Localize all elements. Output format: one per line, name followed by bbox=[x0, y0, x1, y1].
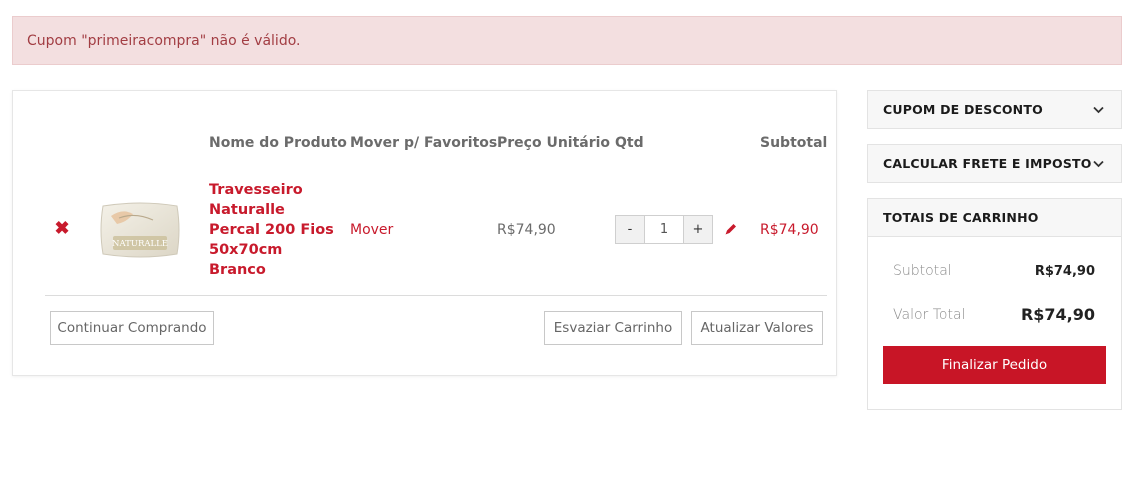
coupon-panel[interactable]: CUPOM DE DESCONTO bbox=[867, 90, 1122, 129]
totals-panel-title: TOTAIS DE CARRINHO bbox=[883, 210, 1039, 225]
col-header-qty: Qtd bbox=[615, 135, 644, 151]
col-header-product: Nome do Produto bbox=[209, 135, 347, 151]
row-subtotal: R$74,90 bbox=[760, 222, 819, 238]
totals-total-row: Valor Total R$74,90 bbox=[893, 305, 1095, 324]
product-thumbnail[interactable]: NATURALLE bbox=[97, 198, 183, 262]
quantity-stepper: - 1 + bbox=[615, 215, 713, 244]
cart-totals-panel: TOTAIS DE CARRINHO Subtotal R$74,90 Valo… bbox=[867, 198, 1122, 410]
continue-shopping-button[interactable]: Continuar Comprando bbox=[50, 311, 214, 345]
unit-price: R$74,90 bbox=[497, 222, 556, 238]
totals-subtotal-row: Subtotal R$74,90 bbox=[893, 263, 1095, 279]
total-label: Valor Total bbox=[893, 306, 966, 323]
coupon-panel-title: CUPOM DE DESCONTO bbox=[883, 102, 1043, 117]
close-x-icon[interactable]: ✖ bbox=[54, 219, 70, 237]
update-values-button[interactable]: Atualizar Valores bbox=[691, 311, 823, 345]
cart-table: Nome do Produto Mover p/ Favoritos Preço… bbox=[12, 90, 837, 376]
pencil-icon[interactable] bbox=[724, 222, 738, 236]
row-divider bbox=[45, 295, 827, 296]
qty-increase-button[interactable]: + bbox=[684, 216, 712, 243]
total-value: R$74,90 bbox=[1020, 305, 1095, 324]
col-header-unit-price: Preço Unitário bbox=[497, 135, 611, 151]
coupon-panel-header[interactable]: CUPOM DE DESCONTO bbox=[868, 91, 1121, 128]
shipping-panel-header[interactable]: CALCULAR FRETE E IMPOSTO bbox=[868, 145, 1121, 182]
subtotal-label: Subtotal bbox=[893, 263, 952, 279]
chevron-down-icon bbox=[1093, 106, 1104, 113]
shipping-panel[interactable]: CALCULAR FRETE E IMPOSTO bbox=[867, 144, 1122, 183]
move-to-favorites-link[interactable]: Mover bbox=[350, 222, 393, 238]
subtotal-value: R$74,90 bbox=[1034, 263, 1095, 279]
empty-cart-button[interactable]: Esvaziar Carrinho bbox=[544, 311, 682, 345]
shipping-panel-title: CALCULAR FRETE E IMPOSTO bbox=[883, 156, 1092, 171]
thumb-brand-text: NATURALLE bbox=[112, 239, 168, 249]
col-header-favorites: Mover p/ Favoritos bbox=[350, 135, 498, 151]
qty-input[interactable]: 1 bbox=[644, 216, 684, 243]
totals-panel-header: TOTAIS DE CARRINHO bbox=[868, 199, 1121, 237]
qty-decrease-button[interactable]: - bbox=[616, 216, 644, 243]
chevron-down-icon bbox=[1093, 160, 1104, 167]
alert-message: Cupom "primeiracompra" não é válido. bbox=[27, 32, 301, 49]
checkout-button[interactable]: Finalizar Pedido bbox=[883, 346, 1106, 384]
product-name-link[interactable]: Travesseiro Naturalle Percal 200 Fios 50… bbox=[209, 180, 339, 280]
coupon-error-alert: Cupom "primeiracompra" não é válido. bbox=[12, 16, 1122, 65]
col-header-subtotal: Subtotal bbox=[760, 135, 828, 151]
